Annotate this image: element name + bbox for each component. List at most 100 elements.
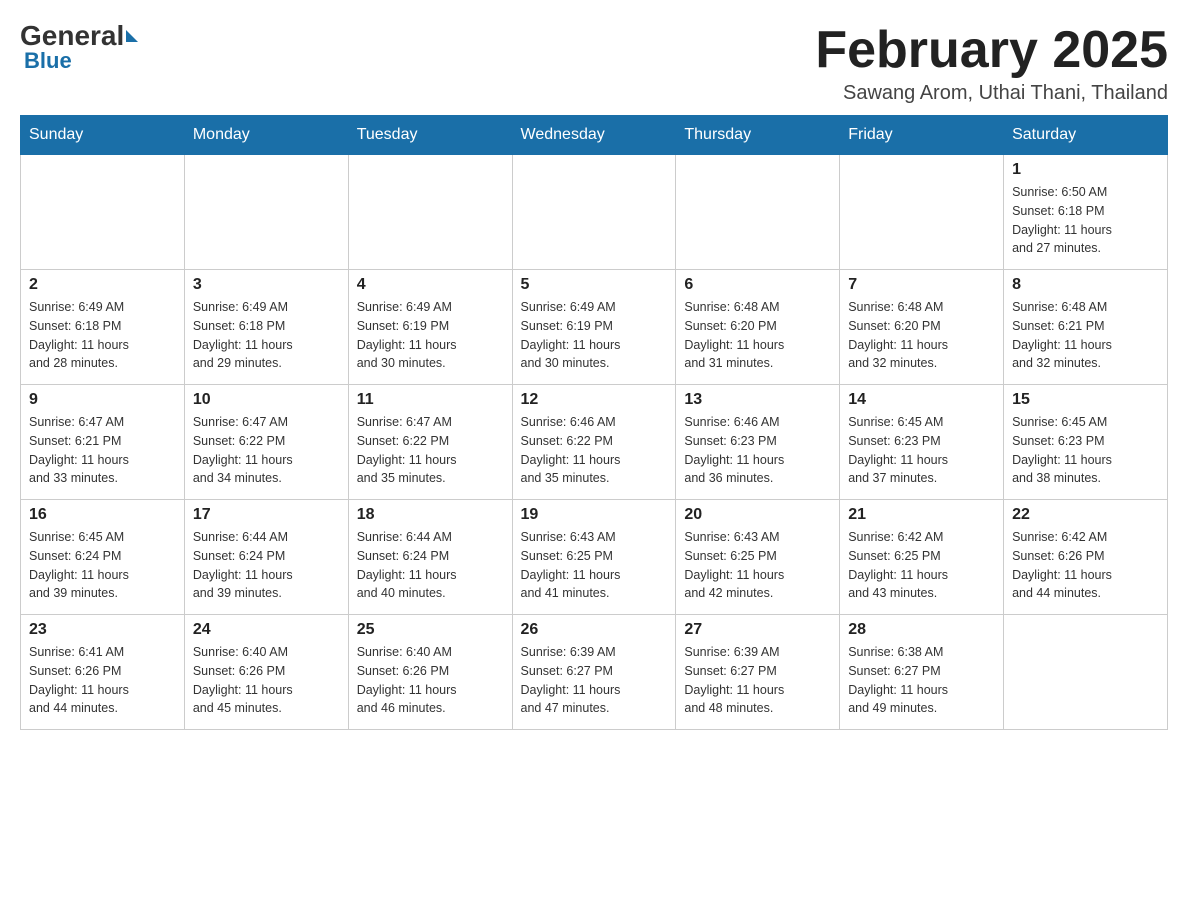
week-row-3: 9Sunrise: 6:47 AM Sunset: 6:21 PM Daylig… xyxy=(21,385,1168,500)
month-title: February 2025 xyxy=(815,20,1168,80)
calendar-cell: 28 Sunrise: 6:38 AM Sunset: 6:27 PM Dayli… xyxy=(840,615,1004,730)
calendar-cell: 9Sunrise: 6:47 AM Sunset: 6:21 PM Daylig… xyxy=(21,385,185,500)
day-info: Sunrise: 6:44 AM Sunset: 6:24 PM Dayligh… xyxy=(193,528,340,603)
weekday-header-friday: Friday xyxy=(840,116,1004,155)
calendar-cell: 10Sunrise: 6:47 AM Sunset: 6:22 PM Dayli… xyxy=(184,385,348,500)
day-number: 1 xyxy=(1012,161,1159,179)
calendar-cell xyxy=(184,155,348,270)
day-number: 18 xyxy=(357,506,504,524)
calendar-cell: 26 Sunrise: 6:39 AM Sunset: 6:27 PM Dayli… xyxy=(512,615,676,730)
calendar-cell xyxy=(676,155,840,270)
day-info: Sunrise: 6:49 AM Sunset: 6:18 PM Dayligh… xyxy=(193,298,340,373)
day-info: Sunrise: 6:45 AM Sunset: 6:24 PM Dayligh… xyxy=(29,528,176,603)
day-number: 26 xyxy=(521,621,668,639)
calendar-cell xyxy=(512,155,676,270)
calendar-cell: 22Sunrise: 6:42 AM Sunset: 6:26 PM Dayli… xyxy=(1004,500,1168,615)
day-info: Sunrise: 6:48 AM Sunset: 6:21 PM Dayligh… xyxy=(1012,298,1159,373)
day-number: 5 xyxy=(521,276,668,294)
calendar-table: SundayMondayTuesdayWednesdayThursdayFrid… xyxy=(20,115,1168,730)
week-row-1: 1 Sunrise: 6:50 AM Sunset: 6:18 PM Daylig… xyxy=(21,155,1168,270)
day-number: 19 xyxy=(521,506,668,524)
day-number: 21 xyxy=(848,506,995,524)
calendar-cell: 21 Sunrise: 6:42 AM Sunset: 6:25 PM Dayli… xyxy=(840,500,1004,615)
day-number: 15 xyxy=(1012,391,1159,409)
calendar-cell: 14 Sunrise: 6:45 AM Sunset: 6:23 PM Dayli… xyxy=(840,385,1004,500)
calendar-cell xyxy=(1004,615,1168,730)
calendar-cell: 3 Sunrise: 6:49 AM Sunset: 6:18 PM Daylig… xyxy=(184,270,348,385)
day-info: Sunrise: 6:39 AM Sunset: 6:27 PM Dayligh… xyxy=(684,643,831,718)
day-number: 23 xyxy=(29,621,176,639)
day-info: Sunrise: 6:49 AM Sunset: 6:19 PM Dayligh… xyxy=(521,298,668,373)
calendar-cell: 24 Sunrise: 6:40 AM Sunset: 6:26 PM Dayli… xyxy=(184,615,348,730)
calendar-cell xyxy=(348,155,512,270)
day-number: 6 xyxy=(684,276,831,294)
day-info: Sunrise: 6:40 AM Sunset: 6:26 PM Dayligh… xyxy=(193,643,340,718)
day-info: Sunrise: 6:38 AM Sunset: 6:27 PM Dayligh… xyxy=(848,643,995,718)
day-number: 4 xyxy=(357,276,504,294)
day-info: Sunrise: 6:45 AM Sunset: 6:23 PM Dayligh… xyxy=(1012,413,1159,488)
day-info: Sunrise: 6:42 AM Sunset: 6:26 PM Dayligh… xyxy=(1012,528,1159,603)
day-info: Sunrise: 6:46 AM Sunset: 6:22 PM Dayligh… xyxy=(521,413,668,488)
calendar-cell: 15 Sunrise: 6:45 AM Sunset: 6:23 PM Dayli… xyxy=(1004,385,1168,500)
day-info: Sunrise: 6:42 AM Sunset: 6:25 PM Dayligh… xyxy=(848,528,995,603)
week-row-4: 16Sunrise: 6:45 AM Sunset: 6:24 PM Dayli… xyxy=(21,500,1168,615)
calendar-cell: 19 Sunrise: 6:43 AM Sunset: 6:25 PM Dayli… xyxy=(512,500,676,615)
week-row-5: 23 Sunrise: 6:41 AM Sunset: 6:26 PM Dayli… xyxy=(21,615,1168,730)
calendar-cell: 23 Sunrise: 6:41 AM Sunset: 6:26 PM Dayli… xyxy=(21,615,185,730)
day-number: 7 xyxy=(848,276,995,294)
day-number: 11 xyxy=(357,391,504,409)
day-number: 28 xyxy=(848,621,995,639)
day-info: Sunrise: 6:43 AM Sunset: 6:25 PM Dayligh… xyxy=(684,528,831,603)
logo: General Blue xyxy=(20,20,140,74)
day-info: Sunrise: 6:44 AM Sunset: 6:24 PM Dayligh… xyxy=(357,528,504,603)
day-info: Sunrise: 6:49 AM Sunset: 6:18 PM Dayligh… xyxy=(29,298,176,373)
day-info: Sunrise: 6:47 AM Sunset: 6:22 PM Dayligh… xyxy=(193,413,340,488)
day-number: 14 xyxy=(848,391,995,409)
calendar-cell: 5 Sunrise: 6:49 AM Sunset: 6:19 PM Daylig… xyxy=(512,270,676,385)
weekday-header-tuesday: Tuesday xyxy=(348,116,512,155)
calendar-cell: 12 Sunrise: 6:46 AM Sunset: 6:22 PM Dayli… xyxy=(512,385,676,500)
day-number: 25 xyxy=(357,621,504,639)
day-info: Sunrise: 6:39 AM Sunset: 6:27 PM Dayligh… xyxy=(521,643,668,718)
calendar-cell xyxy=(840,155,1004,270)
calendar-cell: 17 Sunrise: 6:44 AM Sunset: 6:24 PM Dayli… xyxy=(184,500,348,615)
day-info: Sunrise: 6:45 AM Sunset: 6:23 PM Dayligh… xyxy=(848,413,995,488)
day-number: 8 xyxy=(1012,276,1159,294)
day-info: Sunrise: 6:48 AM Sunset: 6:20 PM Dayligh… xyxy=(684,298,831,373)
day-info: Sunrise: 6:49 AM Sunset: 6:19 PM Dayligh… xyxy=(357,298,504,373)
calendar-cell: 25 Sunrise: 6:40 AM Sunset: 6:26 PM Dayli… xyxy=(348,615,512,730)
weekday-header-saturday: Saturday xyxy=(1004,116,1168,155)
day-info: Sunrise: 6:47 AM Sunset: 6:22 PM Dayligh… xyxy=(357,413,504,488)
weekday-header-row: SundayMondayTuesdayWednesdayThursdayFrid… xyxy=(21,116,1168,155)
calendar-cell: 27Sunrise: 6:39 AM Sunset: 6:27 PM Dayli… xyxy=(676,615,840,730)
week-row-2: 2 Sunrise: 6:49 AM Sunset: 6:18 PM Daylig… xyxy=(21,270,1168,385)
day-info: Sunrise: 6:43 AM Sunset: 6:25 PM Dayligh… xyxy=(521,528,668,603)
day-number: 24 xyxy=(193,621,340,639)
calendar-cell: 8 Sunrise: 6:48 AM Sunset: 6:21 PM Daylig… xyxy=(1004,270,1168,385)
day-number: 13 xyxy=(684,391,831,409)
day-number: 9 xyxy=(29,391,176,409)
title-area: February 2025 Sawang Arom, Uthai Thani, … xyxy=(815,20,1168,105)
calendar-cell: 6 Sunrise: 6:48 AM Sunset: 6:20 PM Daylig… xyxy=(676,270,840,385)
logo-blue-text: Blue xyxy=(24,48,72,74)
calendar-cell: 2 Sunrise: 6:49 AM Sunset: 6:18 PM Daylig… xyxy=(21,270,185,385)
day-info: Sunrise: 6:46 AM Sunset: 6:23 PM Dayligh… xyxy=(684,413,831,488)
weekday-header-wednesday: Wednesday xyxy=(512,116,676,155)
logo-arrow-icon xyxy=(126,30,138,42)
calendar-cell: 11 Sunrise: 6:47 AM Sunset: 6:22 PM Dayli… xyxy=(348,385,512,500)
day-info: Sunrise: 6:40 AM Sunset: 6:26 PM Dayligh… xyxy=(357,643,504,718)
day-number: 17 xyxy=(193,506,340,524)
day-number: 12 xyxy=(521,391,668,409)
day-info: Sunrise: 6:50 AM Sunset: 6:18 PM Dayligh… xyxy=(1012,183,1159,258)
day-number: 20 xyxy=(684,506,831,524)
day-info: Sunrise: 6:41 AM Sunset: 6:26 PM Dayligh… xyxy=(29,643,176,718)
day-number: 3 xyxy=(193,276,340,294)
location-text: Sawang Arom, Uthai Thani, Thailand xyxy=(815,82,1168,105)
page-header: General Blue February 2025 Sawang Arom, … xyxy=(20,20,1168,105)
weekday-header-monday: Monday xyxy=(184,116,348,155)
day-number: 2 xyxy=(29,276,176,294)
calendar-cell: 4 Sunrise: 6:49 AM Sunset: 6:19 PM Daylig… xyxy=(348,270,512,385)
calendar-cell: 7 Sunrise: 6:48 AM Sunset: 6:20 PM Daylig… xyxy=(840,270,1004,385)
calendar-cell: 16Sunrise: 6:45 AM Sunset: 6:24 PM Dayli… xyxy=(21,500,185,615)
day-info: Sunrise: 6:48 AM Sunset: 6:20 PM Dayligh… xyxy=(848,298,995,373)
